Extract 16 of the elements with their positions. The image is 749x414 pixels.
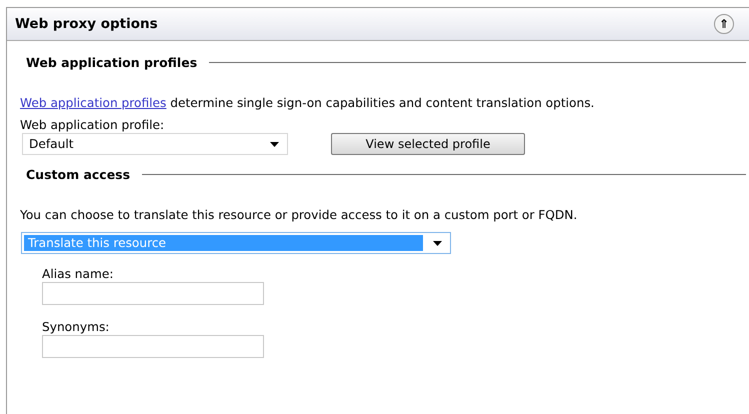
description-text: You can choose to translate this resource or provide access to it on a custom port or FQDN. bbox=[20, 208, 578, 222]
field-label: Synonyms: bbox=[42, 320, 110, 334]
caret-icon bbox=[433, 240, 442, 246]
text-field[interactable] bbox=[42, 282, 264, 305]
panel-title: Web proxy options bbox=[15, 16, 158, 32]
description-text: Web application profiles determine single sign-on capabilities and content translation options. bbox=[20, 96, 596, 110]
text-field[interactable] bbox=[42, 335, 264, 358]
profile-select[interactable]: Default bbox=[22, 133, 288, 155]
field-label: Web application profile: bbox=[20, 118, 166, 132]
collapse-button[interactable]: ⇑ bbox=[714, 14, 734, 34]
section-heading: Web application profiles bbox=[26, 55, 198, 70]
profiles-link[interactable]: Web application profiles bbox=[20, 96, 166, 110]
field-label: Alias name: bbox=[42, 267, 114, 281]
caret-icon bbox=[270, 142, 279, 146]
section-heading: Custom access bbox=[26, 167, 130, 182]
view-profile-button[interactable]: View selected profile bbox=[331, 133, 525, 155]
